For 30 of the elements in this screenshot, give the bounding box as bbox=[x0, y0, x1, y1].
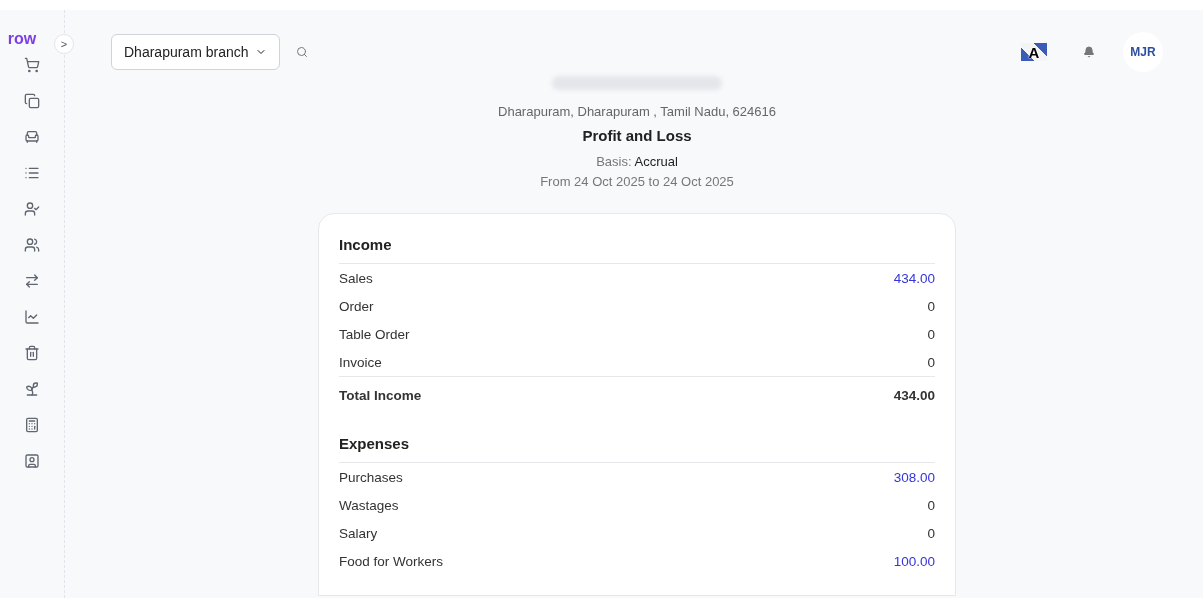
amount-link[interactable]: 434.00 bbox=[893, 270, 935, 286]
amount-value: 0 bbox=[927, 497, 935, 513]
account-label: Wastages bbox=[339, 497, 399, 513]
amount-link[interactable]: 100.00 bbox=[893, 553, 935, 569]
report-period: From 24 Oct 2025 to 24 Oct 2025 bbox=[540, 174, 734, 189]
report-title: Profit and Loss bbox=[582, 127, 692, 144]
section-title: Income bbox=[339, 236, 935, 264]
bell-icon[interactable] bbox=[1081, 44, 1097, 60]
account-label: Order bbox=[339, 298, 374, 314]
total-value: 434.00 bbox=[893, 387, 935, 403]
account-label: Table Order bbox=[339, 326, 410, 342]
amount-value: 0 bbox=[927, 326, 935, 342]
amount-value: 0 bbox=[927, 525, 935, 541]
account-label: Purchases bbox=[339, 469, 403, 485]
account-label: Invoice bbox=[339, 354, 382, 370]
report-basis: Basis: Accrual bbox=[596, 154, 678, 169]
section-title: Expenses bbox=[339, 435, 935, 463]
brand-logo: row bbox=[7, 30, 37, 48]
account-label: Sales bbox=[339, 270, 373, 286]
expand-sidebar-button[interactable]: > bbox=[54, 34, 74, 54]
company-address: Dharapuram, Dharapuram , Tamil Nadu, 624616 bbox=[498, 104, 776, 119]
amount-link[interactable]: 308.00 bbox=[893, 469, 935, 485]
account-label: Food for Workers bbox=[339, 553, 444, 569]
language-button[interactable]: A bbox=[1021, 43, 1047, 61]
company-avatar[interactable]: MJR bbox=[1123, 32, 1163, 72]
account-label: Salary bbox=[339, 525, 378, 541]
amount-value: 0 bbox=[927, 354, 935, 370]
total-label: Total Income bbox=[339, 387, 422, 403]
amount-value: 0 bbox=[927, 298, 935, 314]
branch-dropdown[interactable]: Dharapuram branch bbox=[111, 34, 280, 70]
